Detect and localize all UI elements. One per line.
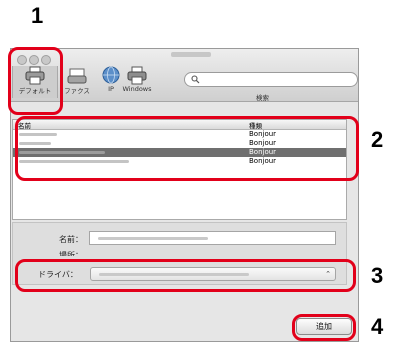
fax-icon (67, 68, 87, 84)
step-number-4: 4 (371, 314, 384, 339)
step-number-1: 1 (31, 3, 44, 28)
step-number-3: 3 (371, 263, 384, 288)
windows-printer-icon (127, 66, 147, 85)
location-field-label: 場所： (59, 251, 83, 256)
name-input[interactable] (89, 231, 336, 245)
window-title (171, 52, 211, 57)
windows-tab[interactable]: Windows (115, 66, 159, 98)
highlight-default-tab (8, 47, 63, 115)
search-icon (191, 75, 200, 84)
name-input-value (98, 237, 208, 240)
toolbar: デフォルト ファクス IP Windows 検索 (11, 49, 358, 102)
windows-tab-label: Windows (122, 85, 152, 93)
search-label: 検索 (256, 94, 269, 102)
step-number-2: 2 (371, 127, 384, 152)
highlight-driver-select (15, 259, 356, 292)
highlight-add-button (292, 314, 356, 341)
search-field[interactable] (184, 72, 358, 87)
name-field-label: 名前： (59, 235, 83, 244)
highlight-printer-list (15, 116, 359, 181)
